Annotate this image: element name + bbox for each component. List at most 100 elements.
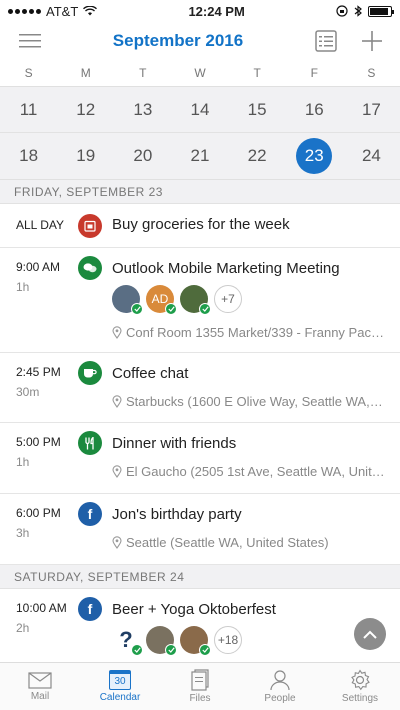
day-cell[interactable]: 18 [0, 133, 57, 179]
event-duration: 2h [16, 621, 30, 635]
event-time: 2:45 PM [16, 365, 61, 379]
event-time: 6:00 PM [16, 506, 61, 520]
event-row[interactable]: ALL DAY Buy groceries for the week [0, 204, 400, 248]
day-cell[interactable]: 12 [57, 87, 114, 132]
wifi-icon [83, 6, 98, 16]
orientation-lock-icon [336, 5, 348, 17]
view-toggle-button[interactable] [312, 27, 340, 55]
day-cell[interactable]: 24 [343, 133, 400, 179]
event-title: Dinner with friends [112, 435, 237, 452]
agenda-list: FRIDAY, SEPTEMBER 23 ALL DAY Buy groceri… [0, 180, 400, 669]
more-attendees-badge[interactable]: +7 [214, 285, 242, 313]
event-time-col: 6:00 PM 3h [16, 494, 78, 564]
location-pin-icon [112, 326, 122, 339]
plus-icon [362, 31, 382, 51]
tab-files[interactable]: Files [160, 663, 240, 710]
avatar-initials[interactable]: AD [146, 285, 177, 315]
location-pin-icon [112, 395, 122, 408]
location-text: El Gaucho (2505 1st Ave, Seattle WA, Uni… [126, 464, 385, 479]
event-duration: 1h [16, 455, 30, 469]
add-event-button[interactable] [358, 27, 386, 55]
location-text: Seattle (Seattle WA, United States) [126, 535, 329, 550]
attendees-list: ? +18 [112, 626, 386, 656]
accepted-check-icon [131, 644, 143, 656]
utensils-icon [78, 431, 102, 455]
accepted-check-icon [199, 644, 211, 656]
avatar[interactable] [180, 626, 211, 656]
day-cell[interactable]: 15 [229, 87, 286, 132]
event-row[interactable]: 10:00 AM 2h f Beer + Yoga Oktoberfest ? … [0, 589, 400, 669]
day-cell[interactable]: 17 [343, 87, 400, 132]
bluetooth-icon [354, 5, 362, 17]
day-cell-selected[interactable]: 23 [286, 133, 343, 179]
event-row[interactable]: 5:00 PM 1h Dinner with friends El Gaucho… [0, 423, 400, 494]
calendar-icon: 30 [109, 670, 131, 690]
event-location: El Gaucho (2505 1st Ave, Seattle WA, Uni… [112, 464, 386, 479]
tab-people[interactable]: People [240, 663, 320, 710]
day-cell[interactable]: 14 [171, 87, 228, 132]
header-actions [312, 27, 386, 55]
location-pin-icon [112, 536, 122, 549]
tab-bar: Mail 30 Calendar Files People Settings [0, 662, 400, 710]
avatar[interactable] [146, 626, 177, 656]
day-cell[interactable]: 11 [0, 87, 57, 132]
day-cell[interactable]: 22 [229, 133, 286, 179]
tab-settings[interactable]: Settings [320, 663, 400, 710]
tab-label: Settings [341, 693, 379, 704]
calendar-badge: 30 [114, 676, 126, 687]
chat-icon [78, 256, 102, 280]
location-text: Starbucks (1600 E Olive Way, Seattle WA,… [126, 394, 383, 409]
tab-calendar[interactable]: 30 Calendar [80, 663, 160, 710]
event-location: Starbucks (1600 E Olive Way, Seattle WA,… [112, 394, 386, 409]
month-grid: 11 12 13 14 15 16 17 18 19 20 21 22 23 2… [0, 86, 400, 180]
event-title: Outlook Mobile Marketing Meeting [112, 260, 340, 277]
menu-button[interactable] [16, 27, 44, 55]
event-row[interactable]: 9:00 AM 1h Outlook Mobile Marketing Meet… [0, 248, 400, 353]
avatar[interactable] [112, 285, 143, 315]
coffee-icon [78, 361, 102, 385]
event-duration: 30m [16, 385, 40, 399]
accepted-check-icon [165, 644, 177, 656]
weekday-label: T [253, 66, 261, 80]
event-location: Conf Room 1355 Market/339 - Franny Pac… [112, 325, 386, 340]
accepted-check-icon [199, 303, 211, 315]
status-time: 12:24 PM [188, 3, 245, 19]
weekday-label: W [194, 66, 206, 80]
event-row[interactable]: 2:45 PM 30m Coffee chat Starbucks (1600 … [0, 353, 400, 423]
calendar-header: September 2016 [0, 22, 400, 60]
unknown-attendee-icon[interactable]: ? [112, 626, 143, 656]
section-header-friday: FRIDAY, SEPTEMBER 23 [0, 180, 400, 204]
event-body: Beer + Yoga Oktoberfest ? +18 [112, 589, 386, 669]
day-cell[interactable]: 19 [57, 133, 114, 179]
event-duration: 1h [16, 280, 30, 294]
scroll-to-top-button[interactable] [354, 618, 386, 650]
tab-mail[interactable]: Mail [0, 663, 80, 710]
event-title: Coffee chat [112, 365, 189, 382]
carrier-label: AT&T [46, 3, 79, 19]
day-cell[interactable]: 13 [114, 87, 171, 132]
people-icon [270, 670, 290, 691]
more-attendees-badge[interactable]: +18 [214, 626, 242, 654]
tab-label: Files [189, 693, 211, 704]
status-left: AT&T [8, 3, 98, 19]
avatar[interactable] [180, 285, 211, 315]
status-right [336, 5, 394, 17]
facebook-icon: f [78, 597, 102, 621]
event-body: Outlook Mobile Marketing Meeting AD +7 C… [112, 248, 386, 352]
section-header-saturday: SATURDAY, SEPTEMBER 24 [0, 565, 400, 589]
day-cell[interactable]: 21 [171, 133, 228, 179]
event-time-col: 10:00 AM 2h [16, 589, 78, 669]
weekday-label: S [24, 66, 33, 80]
chevron-up-icon [363, 630, 377, 639]
day-cell[interactable]: 20 [114, 133, 171, 179]
signal-icon [8, 8, 41, 14]
event-title: Jon's birthday party [112, 506, 242, 523]
page-title[interactable]: September 2016 [113, 31, 243, 51]
battery-icon [367, 5, 394, 17]
weekday-label: S [367, 66, 376, 80]
day-cell[interactable]: 16 [286, 87, 343, 132]
event-time: 5:00 PM [16, 435, 61, 449]
event-row[interactable]: 6:00 PM 3h f Jon's birthday party Seattl… [0, 494, 400, 565]
accepted-check-icon [131, 303, 143, 315]
selected-day[interactable]: 23 [296, 138, 333, 174]
